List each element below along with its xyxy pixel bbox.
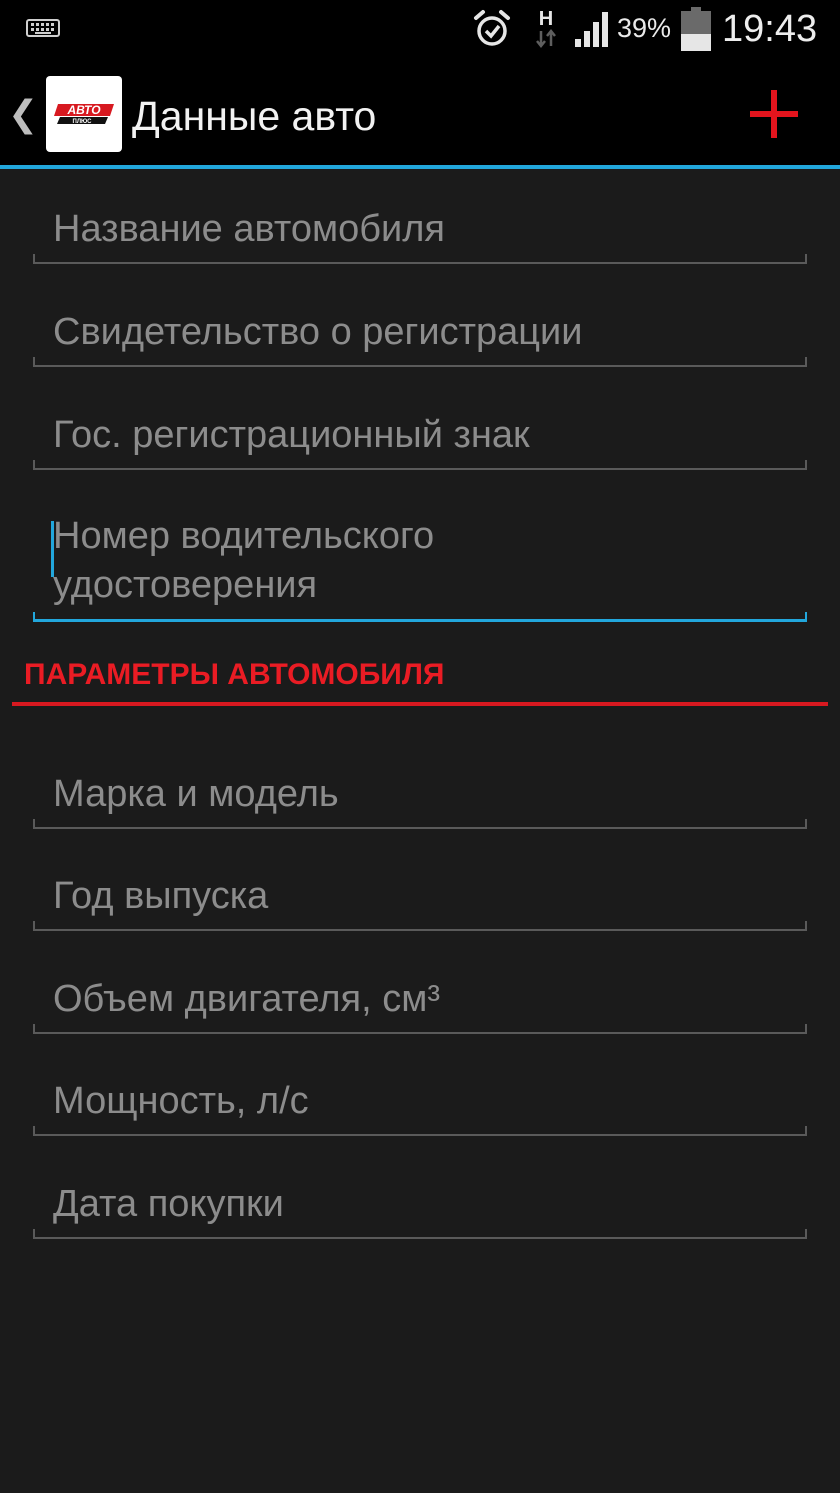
driver-license-placeholder-line1: Номер водительского <box>53 515 435 557</box>
page-title: Данные авто <box>132 93 377 139</box>
clock: 19:43 <box>722 8 818 50</box>
alarm-icon <box>474 10 510 46</box>
year-placeholder: Год выпуска <box>53 875 269 917</box>
engine-volume-field[interactable]: Объем двигателя, см³ <box>33 968 807 1034</box>
driver-license-field[interactable]: Номер водительского удостоверения <box>33 507 807 622</box>
car-name-field[interactable]: Название автомобиля <box>33 198 807 264</box>
purchase-date-field[interactable]: Дата покупки <box>33 1173 807 1239</box>
signal-icon <box>575 12 608 47</box>
year-field[interactable]: Год выпуска <box>33 865 807 931</box>
make-model-field[interactable]: Марка и модель <box>33 763 807 829</box>
engine-volume-placeholder: Объем двигателя, см³ <box>53 978 441 1020</box>
app-logo[interactable]: АВТО ПЛЮС <box>46 76 122 152</box>
back-chevron-icon[interactable]: ❮ <box>8 96 38 132</box>
network-h-icon: H <box>536 8 556 49</box>
registration-certificate-field[interactable]: Свидетельство о регистрации <box>33 301 807 367</box>
keyboard-icon <box>26 19 60 37</box>
status-bar: H 39% 19:43 <box>0 0 840 58</box>
license-plate-field[interactable]: Гос. регистрационный знак <box>33 404 807 470</box>
battery-percent: 39% <box>617 13 672 43</box>
battery-icon <box>681 7 711 51</box>
make-model-placeholder: Марка и модель <box>53 773 339 815</box>
registration-certificate-placeholder: Свидетельство о регистрации <box>53 311 583 353</box>
action-bar-divider <box>0 165 840 169</box>
avtoplus-logo-icon: АВТО ПЛЮС <box>54 103 114 125</box>
section-title: ПАРАМЕТРЫ АВТОМОБИЛЯ <box>24 658 445 691</box>
car-name-placeholder: Название автомобиля <box>53 208 445 250</box>
network-type-label: H <box>539 8 553 30</box>
power-field[interactable]: Мощность, л/с <box>33 1070 807 1136</box>
purchase-date-placeholder: Дата покупки <box>53 1183 284 1225</box>
svg-text:ПЛЮС: ПЛЮС <box>73 119 93 125</box>
license-plate-placeholder: Гос. регистрационный знак <box>53 414 530 456</box>
plus-icon <box>750 90 798 138</box>
driver-license-placeholder-line2: удостоверения <box>53 564 318 606</box>
svg-text:АВТО: АВТО <box>66 103 101 117</box>
section-divider <box>12 702 828 706</box>
action-bar <box>0 58 840 166</box>
add-button[interactable] <box>748 88 800 140</box>
power-placeholder: Мощность, л/с <box>53 1080 309 1122</box>
